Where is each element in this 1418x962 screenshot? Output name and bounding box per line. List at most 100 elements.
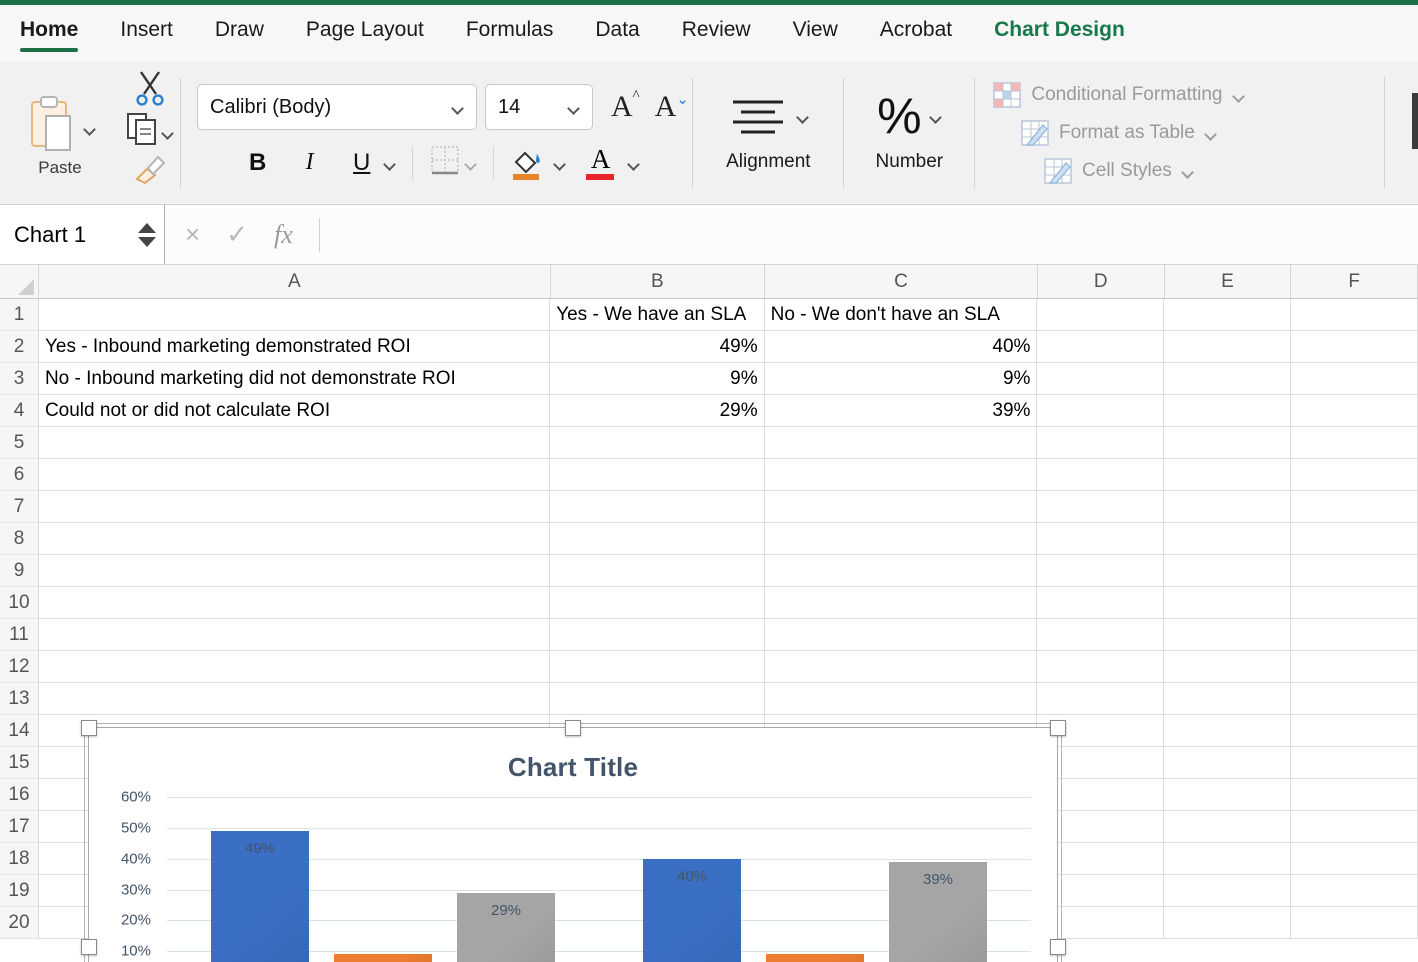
chart-bar[interactable]: 9% [766, 954, 864, 962]
column-header-d[interactable]: D [1038, 265, 1165, 298]
row-header-4[interactable]: 4 [0, 395, 39, 427]
cell-f13[interactable] [1291, 683, 1418, 715]
cell-b12[interactable] [550, 651, 764, 683]
cell-c3[interactable]: 9% [765, 363, 1038, 395]
cell-c4[interactable]: 39% [765, 395, 1038, 427]
cell-e8[interactable] [1164, 523, 1291, 555]
cell-f3[interactable] [1291, 363, 1418, 395]
cell-a1[interactable] [39, 299, 550, 331]
fill-color-chevron-down-icon[interactable] [554, 157, 566, 169]
cell-d7[interactable] [1037, 491, 1164, 523]
formula-input[interactable] [340, 205, 1418, 264]
chart-handle-mr[interactable] [1050, 939, 1066, 955]
bold-button[interactable]: B [238, 149, 278, 177]
cell-f15[interactable] [1291, 747, 1418, 779]
copy-chevron-down-icon[interactable] [162, 126, 174, 138]
row-header-12[interactable]: 12 [0, 651, 39, 683]
spinner-down-icon[interactable] [138, 237, 156, 247]
row-header-7[interactable]: 7 [0, 491, 39, 523]
cell-f7[interactable] [1291, 491, 1418, 523]
tab-insert[interactable]: Insert [118, 14, 175, 52]
cell-e20[interactable] [1164, 907, 1291, 939]
tab-draw[interactable]: Draw [213, 14, 266, 52]
cell-b2[interactable]: 49% [550, 331, 764, 363]
cell-e4[interactable] [1164, 395, 1291, 427]
cell-d3[interactable] [1037, 363, 1164, 395]
font-size-chevron-down-icon[interactable] [568, 101, 580, 113]
font-color-chevron-down-icon[interactable] [628, 157, 640, 169]
font-name-select[interactable]: Calibri (Body) [197, 84, 477, 130]
alignment-chevron-down-icon[interactable] [797, 110, 809, 122]
column-header-b[interactable]: B [551, 265, 765, 298]
cell-f18[interactable] [1291, 843, 1418, 875]
cell-e14[interactable] [1164, 715, 1291, 747]
row-header-20[interactable]: 20 [0, 907, 39, 939]
cell-a10[interactable] [39, 587, 550, 619]
cell-a3[interactable]: No - Inbound marketing did not demonstra… [39, 363, 550, 395]
row-header-2[interactable]: 2 [0, 331, 39, 363]
chart-bar[interactable]: 49% [211, 831, 309, 962]
underline-button[interactable]: U [342, 149, 382, 177]
cell-c12[interactable] [765, 651, 1038, 683]
cell-a9[interactable] [39, 555, 550, 587]
cell-a7[interactable] [39, 491, 550, 523]
cell-c13[interactable] [765, 683, 1038, 715]
cell-d13[interactable] [1037, 683, 1164, 715]
cell-b6[interactable] [550, 459, 764, 491]
cell-f14[interactable] [1291, 715, 1418, 747]
cell-d1[interactable] [1037, 299, 1164, 331]
cell-b13[interactable] [550, 683, 764, 715]
cell-e16[interactable] [1164, 779, 1291, 811]
cell-styles-chevron-down-icon[interactable] [1182, 165, 1194, 177]
cell-d2[interactable] [1037, 331, 1164, 363]
cell-styles-button[interactable]: Cell Styles [1044, 158, 1194, 184]
row-header-10[interactable]: 10 [0, 587, 39, 619]
row-header-6[interactable]: 6 [0, 459, 39, 491]
fill-color-icon[interactable] [510, 146, 544, 180]
tab-view[interactable]: View [791, 14, 840, 52]
cell-d11[interactable] [1037, 619, 1164, 651]
cell-a5[interactable] [39, 427, 550, 459]
spinner-up-icon[interactable] [138, 223, 156, 233]
confirm-icon[interactable]: ✓ [226, 219, 248, 250]
row-header-11[interactable]: 11 [0, 619, 39, 651]
chart-bar[interactable]: 29% [457, 893, 555, 962]
cell-e17[interactable] [1164, 811, 1291, 843]
cell-b11[interactable] [550, 619, 764, 651]
ribbon-overflow-indicator[interactable] [1412, 93, 1418, 149]
cell-d12[interactable] [1037, 651, 1164, 683]
row-header-3[interactable]: 3 [0, 363, 39, 395]
cell-b5[interactable] [550, 427, 764, 459]
cell-e9[interactable] [1164, 555, 1291, 587]
cell-e7[interactable] [1164, 491, 1291, 523]
cell-b1[interactable]: Yes - We have an SLA [550, 299, 764, 331]
chart-bar[interactable]: 40% [643, 859, 741, 962]
chart-handle-tr[interactable] [1050, 720, 1066, 736]
chart-handle-tm[interactable] [565, 720, 581, 736]
cell-d4[interactable] [1037, 395, 1164, 427]
cell-e12[interactable] [1164, 651, 1291, 683]
cell-d8[interactable] [1037, 523, 1164, 555]
cell-f19[interactable] [1291, 875, 1418, 907]
cell-c5[interactable] [765, 427, 1038, 459]
underline-chevron-down-icon[interactable] [384, 157, 396, 169]
italic-button[interactable]: I [290, 149, 330, 176]
cell-c11[interactable] [765, 619, 1038, 651]
cell-f16[interactable] [1291, 779, 1418, 811]
cell-c10[interactable] [765, 587, 1038, 619]
alignment-group[interactable]: Alignment [693, 61, 843, 204]
name-box-spinner[interactable] [138, 223, 156, 247]
cell-e11[interactable] [1164, 619, 1291, 651]
row-header-9[interactable]: 9 [0, 555, 39, 587]
copy-icon[interactable] [126, 112, 158, 151]
font-color-icon[interactable]: A [584, 146, 618, 180]
paste-group[interactable]: Paste [0, 61, 120, 204]
cell-e15[interactable] [1164, 747, 1291, 779]
cut-icon[interactable] [133, 70, 167, 111]
cell-c8[interactable] [765, 523, 1038, 555]
tab-review[interactable]: Review [680, 14, 753, 52]
cell-d5[interactable] [1037, 427, 1164, 459]
row-header-14[interactable]: 14 [0, 715, 39, 747]
row-header-13[interactable]: 13 [0, 683, 39, 715]
cell-d9[interactable] [1037, 555, 1164, 587]
